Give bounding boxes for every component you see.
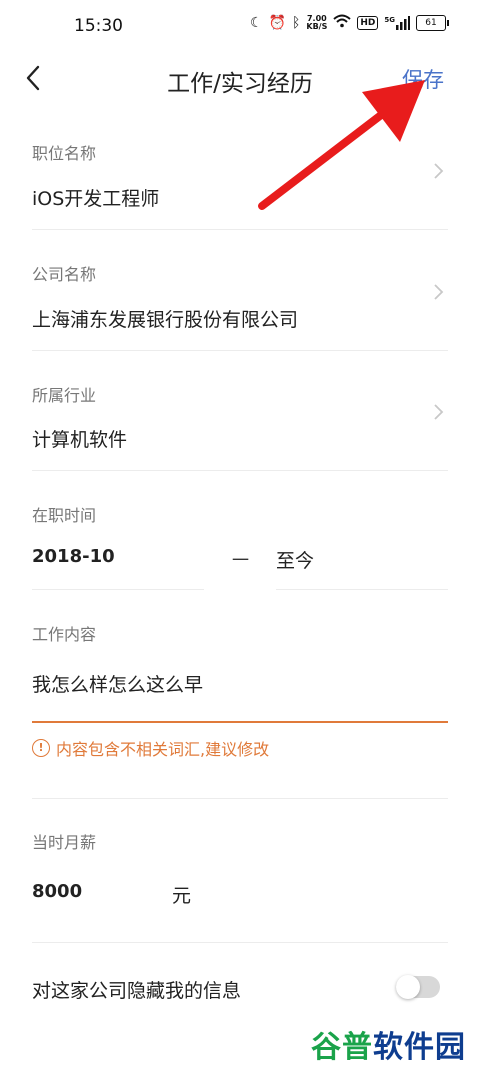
tenure-end-field[interactable]: 至今	[276, 546, 314, 573]
hide-company-label: 对这家公司隐藏我的信息	[32, 980, 242, 1002]
company-value[interactable]: 上海浦东发展银行股份有限公司	[32, 305, 298, 332]
content-label: 工作内容	[32, 625, 97, 644]
chevron-right-icon[interactable]	[432, 283, 444, 301]
position-value[interactable]: iOS开发工程师	[32, 184, 159, 211]
chevron-right-icon[interactable]	[432, 403, 444, 421]
tenure-label: 在职时间	[32, 506, 97, 525]
status-time: 15:30	[74, 16, 123, 36]
divider	[32, 942, 448, 943]
moon-icon: ☾	[249, 15, 263, 31]
industry-value[interactable]: 计算机软件	[32, 425, 127, 452]
signal-icon: 5G	[384, 16, 410, 30]
divider	[32, 589, 204, 590]
company-label: 公司名称	[32, 265, 97, 284]
salary-input[interactable]: 8000	[32, 881, 82, 902]
tenure-separator: 一	[232, 551, 249, 571]
alarm-icon: ⏰	[268, 15, 286, 31]
wifi-icon	[333, 14, 352, 32]
content-warning: ! 内容包含不相关词汇,建议修改	[32, 736, 269, 760]
chevron-right-icon[interactable]	[432, 162, 444, 180]
divider	[32, 798, 448, 799]
bluetooth-icon: ᛒ	[291, 15, 301, 31]
salary-label: 当时月薪	[32, 833, 97, 852]
divider	[32, 470, 448, 471]
toggle-knob	[396, 975, 420, 999]
warning-text: 内容包含不相关词汇,建议修改	[56, 740, 270, 759]
hide-company-toggle[interactable]	[396, 975, 440, 999]
status-icons: ☾ ⏰ ᛒ 7.00 KB/S HD 5G 61	[249, 14, 449, 32]
content-underline-error	[32, 721, 448, 723]
warning-icon: !	[32, 739, 50, 757]
divider	[32, 229, 448, 230]
salary-unit: 元	[172, 885, 192, 907]
divider	[276, 589, 448, 590]
net-speed: 7.00 KB/S	[306, 14, 328, 31]
annotation-arrow-icon	[258, 80, 425, 210]
content-input[interactable]: 我怎么样怎么这么早	[32, 670, 203, 697]
hd-badge: HD	[357, 16, 379, 30]
battery-icon: 61	[416, 15, 449, 31]
position-label: 职位名称	[32, 144, 97, 163]
watermark-logo: 谷普软件园	[311, 1030, 466, 1065]
tenure-start-field[interactable]: 2018-10	[32, 546, 115, 567]
divider	[32, 350, 448, 351]
industry-label: 所属行业	[32, 386, 97, 405]
